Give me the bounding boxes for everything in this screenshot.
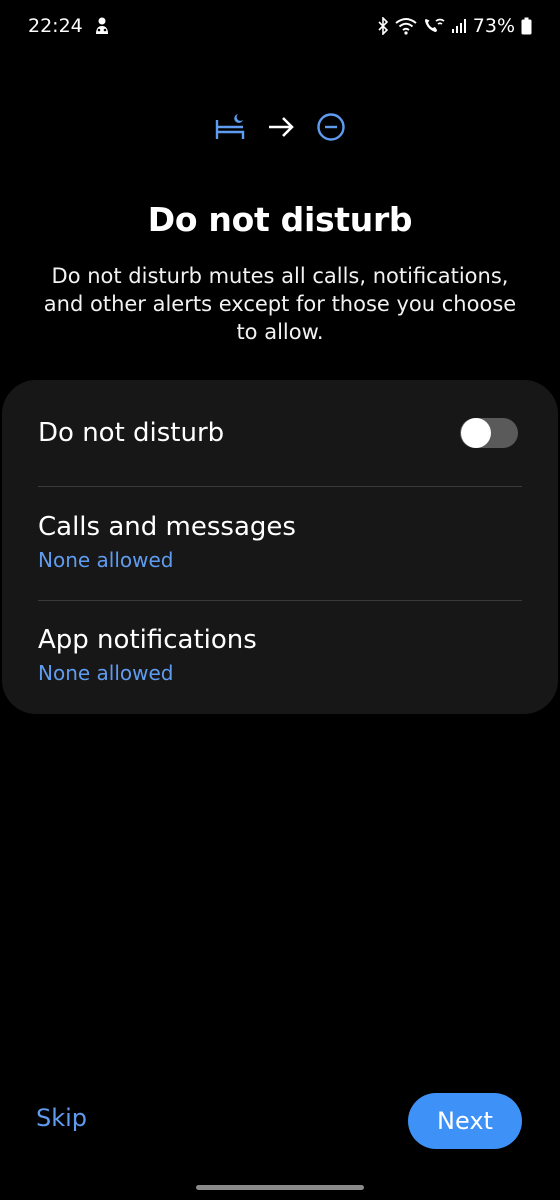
arrow-right-icon: [266, 115, 296, 139]
battery-percent: 73%: [472, 15, 515, 37]
app-notifications-row[interactable]: App notifications None allowed: [38, 625, 522, 685]
dnd-toggle[interactable]: [460, 418, 518, 448]
status-left: 22:24: [28, 15, 111, 37]
status-right: 73%: [377, 15, 532, 37]
wifi-calling-icon: [423, 17, 445, 35]
calls-label: Calls and messages: [38, 512, 296, 542]
status-bar: 22:24 73%: [0, 0, 560, 52]
toggle-knob: [461, 418, 491, 448]
settings-card: Do not disturb Calls and messages None a…: [2, 380, 558, 714]
calls-and-messages-row[interactable]: Calls and messages None allowed: [38, 512, 522, 572]
dnd-row[interactable]: Do not disturb: [38, 380, 522, 486]
signal-icon: [451, 18, 467, 34]
dnd-label: Do not disturb: [38, 418, 225, 448]
apps-status: None allowed: [38, 661, 174, 685]
calls-status: None allowed: [38, 548, 174, 572]
battery-icon: [521, 17, 532, 35]
header-icons: [0, 112, 560, 142]
skip-button[interactable]: Skip: [36, 1104, 87, 1132]
status-time: 22:24: [28, 15, 83, 37]
page-description: Do not disturb mutes all calls, notifica…: [43, 264, 517, 344]
notification-icon: [93, 16, 111, 36]
wifi-icon: [395, 17, 417, 35]
home-indicator[interactable]: [196, 1185, 364, 1190]
page-title: Do not disturb: [147, 200, 413, 239]
bluetooth-icon: [377, 17, 389, 35]
next-button[interactable]: Next: [408, 1093, 522, 1149]
divider: [38, 486, 522, 487]
divider: [38, 600, 522, 601]
do-not-disturb-icon: [316, 112, 346, 142]
bedtime-icon: [214, 112, 246, 142]
apps-label: App notifications: [38, 625, 257, 655]
